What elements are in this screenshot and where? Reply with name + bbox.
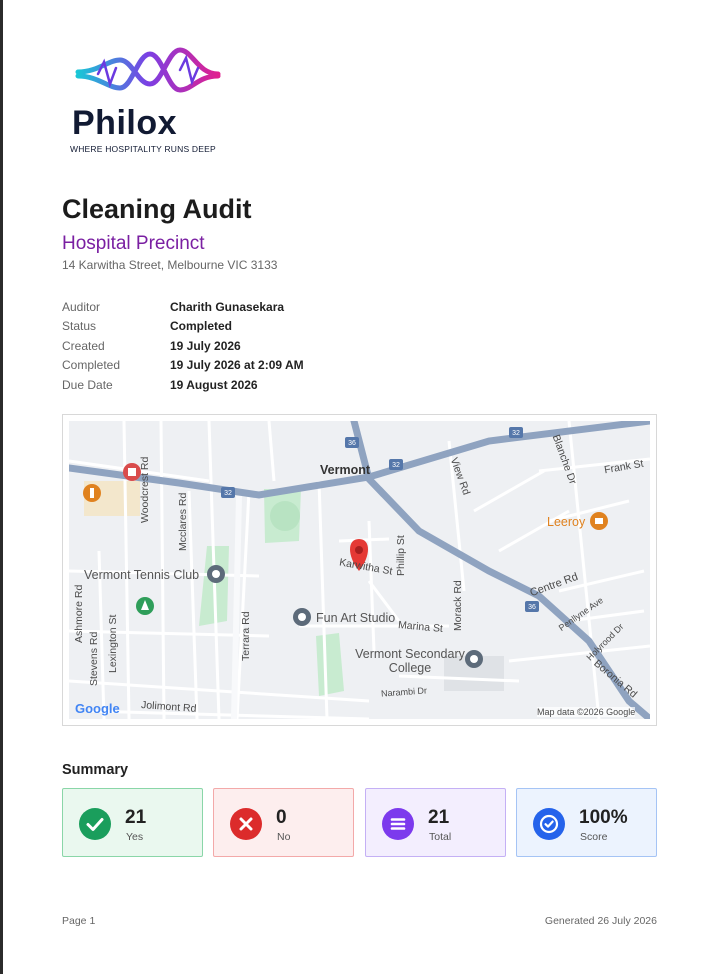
summary-card-no: 0 No: [213, 788, 354, 857]
summary-card-yes: 21 Yes: [62, 788, 203, 857]
page-number: Page 1: [62, 915, 96, 927]
site-name: Hospital Precinct: [62, 233, 205, 254]
svg-text:32: 32: [392, 462, 400, 469]
detail-value: 19 July 2026 at 2:09 AM: [170, 358, 304, 373]
list-icon: [382, 808, 414, 840]
detail-value: 19 August 2026: [170, 377, 258, 392]
detail-row-created: Created 19 July 2026: [62, 339, 304, 358]
detail-label: Status: [62, 319, 97, 334]
detail-value: Charith Gunasekara: [170, 300, 285, 314]
svg-text:32: 32: [512, 430, 520, 437]
detail-row-auditor: Auditor Charith Gunasekara: [62, 300, 304, 319]
detail-label: Completed: [62, 358, 121, 373]
detail-value: Completed: [170, 319, 233, 334]
page-edge: [0, 0, 3, 974]
no-label: No: [277, 831, 291, 843]
map-street-lexington: Lexington St: [107, 614, 119, 673]
generated-date: Generated 26 July 2026: [544, 915, 657, 927]
badge-check-icon: [533, 808, 565, 840]
map-place-tennis-club: Vermont Tennis Club: [84, 568, 200, 582]
svg-text:36: 36: [348, 440, 356, 447]
summary-card-total: 21 Total: [365, 788, 506, 857]
logo-wordmark: Philox: [72, 104, 178, 142]
yes-label: Yes: [126, 831, 144, 843]
map-suburb-label: Vermont: [320, 463, 371, 477]
detail-row-due-date: Due Date 19 August 2026: [62, 378, 304, 397]
no-count: 0: [276, 807, 287, 828]
map-street-phillip: Phillip St: [395, 535, 407, 576]
logo-tagline: WHERE HOSPITALITY RUNS DEEP: [70, 144, 216, 154]
total-label: Total: [429, 831, 452, 843]
detail-label: Due Date: [62, 377, 113, 392]
close-icon: [230, 808, 262, 840]
score-value: 100%: [579, 807, 628, 828]
detail-value: 19 July 2026: [170, 338, 241, 353]
map-street-mcclares: Mcclares Rd: [177, 492, 189, 551]
map-attribution: Map data ©2026 Google: [537, 707, 636, 717]
site-address: 14 Karwitha Street, Melbourne VIC 3133: [62, 258, 278, 272]
yes-count: 21: [125, 807, 147, 828]
map-place-secondary-college: Vermont Secondary College: [355, 647, 465, 675]
detail-label: Auditor: [62, 300, 101, 314]
map-street-stevens: Stevens Rd: [88, 631, 100, 686]
map-street-woodcrest: Woodcrest Rd: [139, 456, 151, 523]
summary-heading: Summary: [62, 762, 129, 778]
score-label: Score: [580, 831, 608, 843]
audit-details: Auditor Charith Gunasekara Status Comple…: [62, 300, 304, 397]
summary-card-score: 100% Score: [516, 788, 657, 857]
svg-text:36: 36: [528, 604, 536, 611]
detail-row-completed: Completed 19 July 2026 at 2:09 AM: [62, 358, 304, 377]
location-map: 36 32 32 32 36 Vermont Woodcrest Rd Mccl…: [69, 421, 650, 719]
map-street-terrara: Terrara Rd: [240, 611, 252, 661]
detail-label: Created: [62, 338, 105, 353]
svg-text:32: 32: [224, 490, 232, 497]
map-street-morack: Morack Rd: [452, 580, 464, 631]
check-icon: [79, 808, 111, 840]
report-title: Cleaning Audit: [62, 194, 252, 224]
detail-row-status: Status Completed: [62, 319, 304, 338]
google-logo: Google: [75, 701, 120, 716]
total-count: 21: [428, 807, 450, 828]
map-street-ashmore: Ashmore Rd: [73, 584, 85, 643]
map-place-fun-art-studio: Fun Art Studio: [316, 611, 396, 625]
map-place-leeroy: Leeroy: [547, 515, 586, 529]
